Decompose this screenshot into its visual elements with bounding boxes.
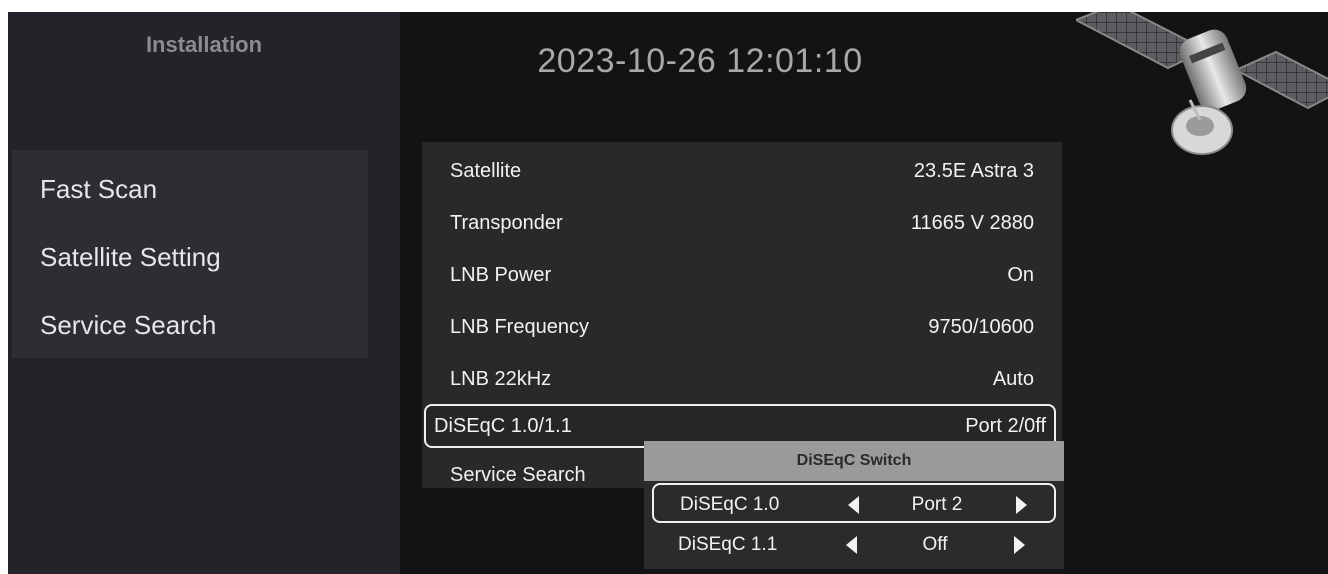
popup-title: DiSEqC Switch (644, 441, 1064, 481)
setting-label: Service Search (450, 464, 586, 486)
sidebar: Installation Fast Scan Satellite Setting… (8, 12, 400, 574)
setting-value: 11665 V 2880 (910, 212, 1034, 234)
setting-label: LNB Frequency (450, 316, 589, 338)
popup-row-label: DiSEqC 1.1 (678, 534, 778, 555)
sidebar-title: Installation (145, 32, 263, 57)
setting-label: Satellite (450, 160, 522, 182)
setting-label: Transponder (450, 212, 563, 234)
setting-row-lnb-22khz[interactable]: LNB 22kHz Auto (422, 362, 1062, 398)
setting-value: 23.5E Astra 3 (913, 160, 1034, 182)
arrow-left-icon[interactable] (848, 496, 859, 514)
setting-value: 9750/10600 (928, 316, 1034, 338)
popup-row-label: DiSEqC 1.0 (680, 494, 780, 515)
setting-row-lnb-frequency[interactable]: LNB Frequency 9750/10600 (422, 310, 1062, 346)
popup-row-value: Port 2 (911, 494, 963, 515)
sidebar-menu: Fast Scan Satellite Setting Service Sear… (12, 150, 368, 358)
setting-row-transponder[interactable]: Transponder 11665 V 2880 (422, 206, 1062, 242)
arrow-right-icon[interactable] (1016, 496, 1027, 514)
popup-row-value: Off (922, 534, 948, 555)
setting-row-lnb-power[interactable]: LNB Power On (422, 258, 1062, 294)
setting-value: Auto (992, 368, 1034, 390)
setting-label: LNB Power (450, 264, 552, 286)
sidebar-item-service-search[interactable]: Service Search (40, 310, 216, 341)
datetime-display: 2023-10-26 12:01:10 (537, 42, 863, 80)
satellite-settings-panel: Satellite 23.5E Astra 3 Transponder 1166… (422, 142, 1062, 488)
setting-label: LNB 22kHz (450, 368, 552, 390)
setting-label: DiSEqC 1.0/1.1 (434, 415, 572, 437)
popup-row-diseqc-1-0[interactable]: DiSEqC 1.0 Port 2 (652, 483, 1056, 523)
setting-row-satellite[interactable]: Satellite 23.5E Astra 3 (422, 154, 1062, 190)
setting-value: Port 2/0ff (965, 415, 1046, 437)
arrow-right-icon[interactable] (1014, 536, 1025, 554)
satellite-icon (1076, 12, 1328, 155)
sidebar-item-satellite-setting[interactable]: Satellite Setting (40, 242, 221, 273)
arrow-left-icon[interactable] (846, 536, 857, 554)
diseqc-switch-popup: DiSEqC Switch DiSEqC 1.0 Port 2 DiSEqC 1… (644, 441, 1064, 569)
setting-value: On (1007, 264, 1034, 286)
tv-screen: Installation Fast Scan Satellite Setting… (8, 12, 1328, 574)
popup-row-diseqc-1-1[interactable]: DiSEqC 1.1 Off (652, 525, 1056, 565)
sidebar-item-fast-scan[interactable]: Fast Scan (40, 174, 157, 205)
